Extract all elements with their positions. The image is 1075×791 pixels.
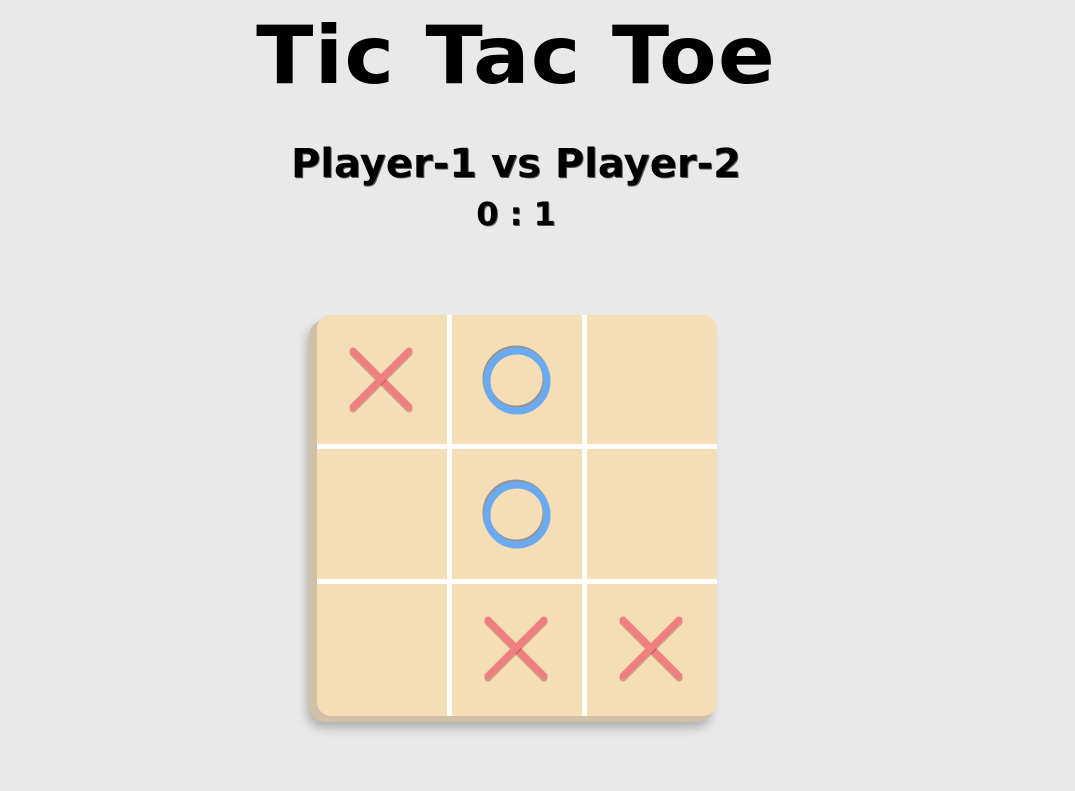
cell-1[interactable] xyxy=(452,315,582,445)
cell-2[interactable] xyxy=(587,315,717,445)
cell-4[interactable] xyxy=(452,449,582,579)
cell-8[interactable] xyxy=(587,584,717,714)
cell-5[interactable] xyxy=(587,449,717,579)
cell-0[interactable] xyxy=(317,315,447,445)
o-mark-icon xyxy=(482,479,551,549)
cell-6[interactable] xyxy=(317,584,447,714)
x-mark-icon xyxy=(619,616,683,682)
cell-7[interactable] xyxy=(452,584,582,714)
x-mark-icon xyxy=(484,616,548,682)
cell-3[interactable] xyxy=(317,449,447,579)
game-title: Tic Tac Toe xyxy=(256,9,776,102)
matchup-label: Player-1 vs Player-2 xyxy=(290,141,742,187)
game-board xyxy=(317,315,717,716)
o-mark-icon xyxy=(482,345,551,415)
score-label: 0 : 1 xyxy=(476,195,556,233)
x-mark-icon xyxy=(349,347,413,413)
